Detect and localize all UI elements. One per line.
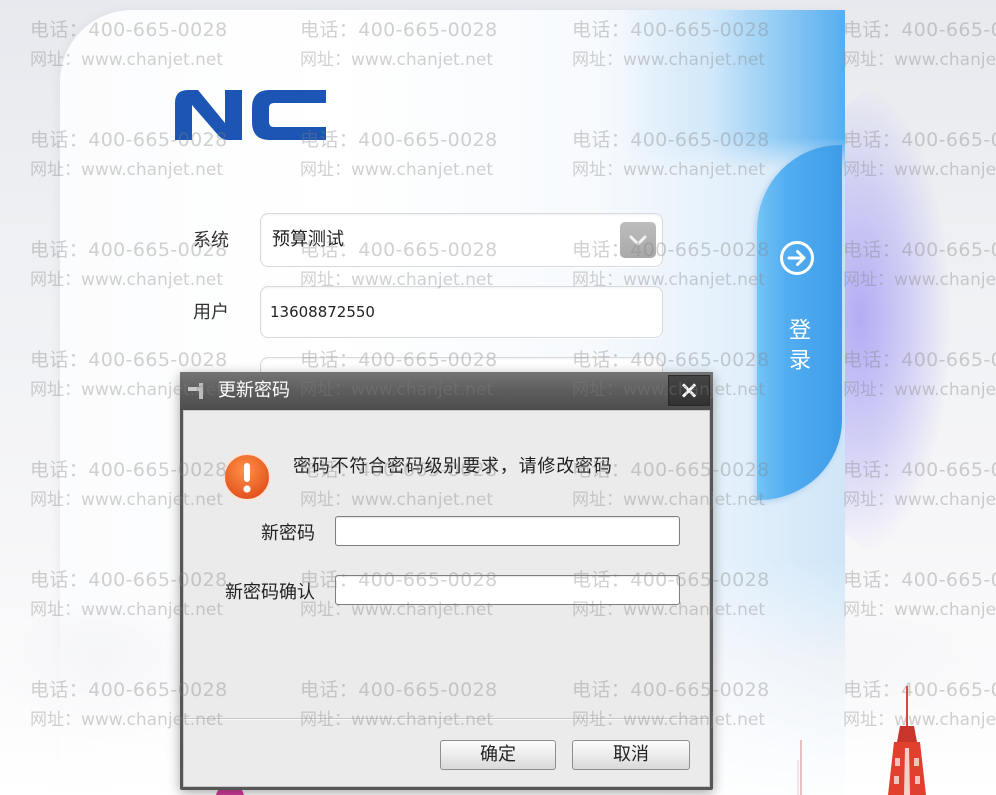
user-label: 用户 [193, 302, 229, 323]
update-password-dialog: 更新密码 × 密码不符合密码级别要求，请修改密码 新密码 新密码确认 确定 取消 [180, 372, 713, 790]
dialog-titlebar[interactable]: 更新密码 × [180, 372, 713, 410]
dialog-body: 密码不符合密码级别要求，请修改密码 新密码 新密码确认 确定 取消 [183, 410, 710, 787]
tower-decoration [888, 686, 926, 795]
system-label: 系统 [193, 230, 229, 251]
confirm-password-label: 新密码确认 [225, 582, 315, 603]
user-input[interactable] [260, 286, 663, 338]
login-screen: 系统 预算测试 用户 登录 [0, 0, 996, 795]
chevron-down-icon [629, 235, 647, 246]
dialog-title: 更新密码 [218, 380, 290, 401]
new-password-label: 新密码 [261, 523, 315, 544]
new-password-input[interactable] [335, 516, 680, 546]
spire-decoration [797, 740, 802, 795]
watermark-website: 网址：www.chanjet.net [843, 50, 996, 70]
system-dropdown-button[interactable] [620, 222, 656, 258]
dialog-separator [184, 718, 709, 720]
ok-button[interactable]: 确定 [440, 740, 556, 770]
cancel-button[interactable]: 取消 [572, 740, 690, 770]
confirm-password-input[interactable] [335, 575, 680, 605]
dialog-message: 密码不符合密码级别要求，请修改密码 [293, 456, 613, 477]
pin-icon [188, 383, 203, 399]
system-select[interactable]: 预算测试 [260, 213, 663, 267]
watermark-phone: 电话：400-665-0028 [843, 19, 996, 41]
system-select-value: 预算测试 [272, 229, 344, 250]
login-button[interactable]: 登录 [757, 145, 842, 500]
close-button[interactable]: × [668, 375, 710, 406]
card-accent-band [620, 10, 845, 170]
login-button-label: 登录 [785, 318, 810, 378]
arrow-right-circle-icon [780, 241, 814, 275]
warning-icon [223, 453, 271, 501]
nc-logo [175, 90, 326, 140]
